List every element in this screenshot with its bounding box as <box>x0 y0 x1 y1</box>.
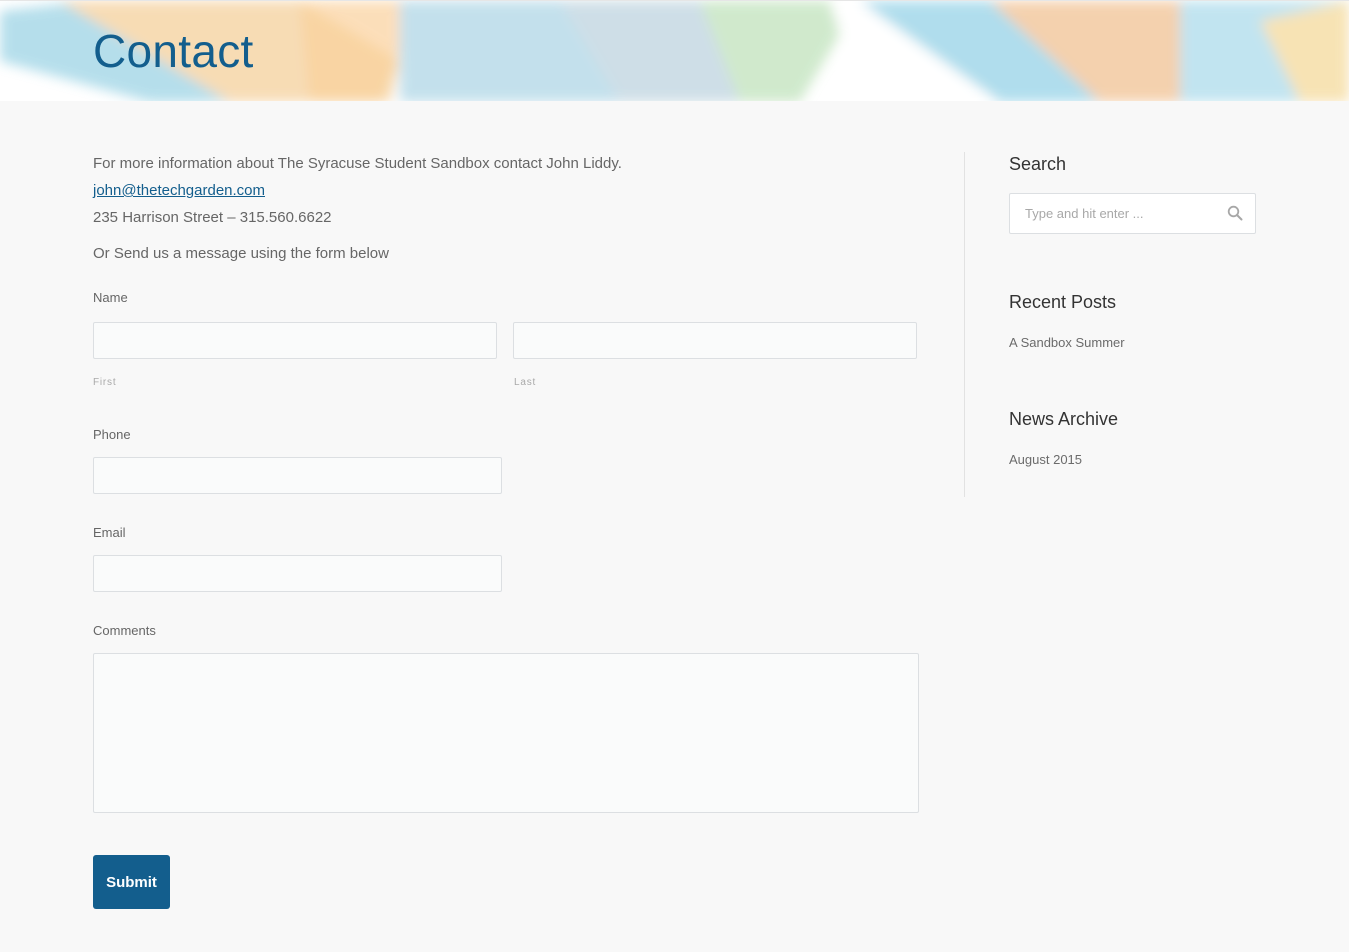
phone-input[interactable] <box>93 457 502 494</box>
intro-address: 235 Harrison Street – 315.560.6622 <box>93 209 332 226</box>
email-label: Email <box>93 525 126 540</box>
intro-info-text: For more information about The Syracuse … <box>93 155 622 172</box>
last-name-input[interactable] <box>513 322 917 359</box>
first-name-sublabel: First <box>93 377 117 388</box>
search-input[interactable] <box>1010 194 1215 233</box>
page-header-banner: Contact <box>0 0 1349 101</box>
search-widget-title: Search <box>1009 154 1067 174</box>
intro-block: For more information about The Syracuse … <box>93 150 923 231</box>
form-prompt: Or Send us a message using the form belo… <box>93 245 389 262</box>
search-box <box>1009 193 1256 234</box>
email-link[interactable]: john@thetechgarden.com <box>93 182 265 199</box>
main-content: For more information about The Syracuse … <box>93 150 923 909</box>
email-input[interactable] <box>93 555 502 592</box>
recent-post-link[interactable]: A Sandbox Summer <box>1009 333 1125 353</box>
news-archive-title: News Archive <box>1009 409 1119 429</box>
archive-link-august-2015[interactable]: August 2015 <box>1009 450 1082 470</box>
comments-label: Comments <box>93 623 156 638</box>
page-title: Contact <box>93 25 254 77</box>
magnifier-icon[interactable] <box>1227 205 1243 221</box>
comments-textarea[interactable] <box>93 653 919 813</box>
phone-label: Phone <box>93 427 131 442</box>
name-label: Name <box>93 290 128 305</box>
intro-email-line: john@thetechgarden.com <box>93 177 923 204</box>
last-name-sublabel: Last <box>514 377 537 388</box>
first-name-input[interactable] <box>93 322 497 359</box>
recent-posts-title: Recent Posts <box>1009 292 1117 312</box>
submit-button[interactable]: Submit <box>93 855 170 909</box>
sidebar-divider <box>964 152 965 497</box>
